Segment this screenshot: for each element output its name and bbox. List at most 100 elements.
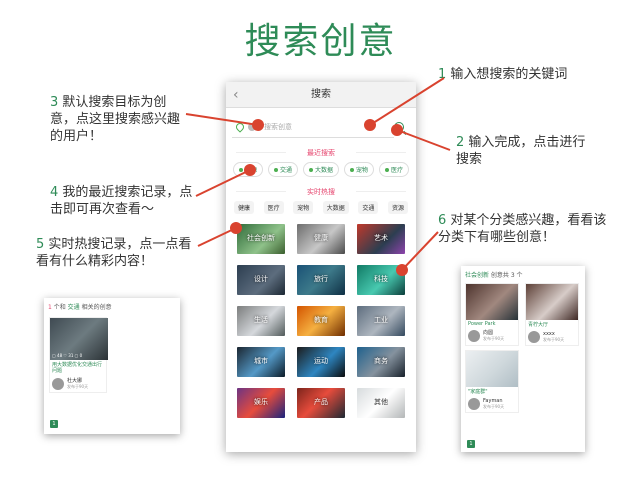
category-tile[interactable]: 社会创新 bbox=[237, 224, 285, 254]
category-tile[interactable]: 设计 bbox=[237, 265, 285, 295]
category-label: 其他 bbox=[374, 398, 388, 406]
recent-tag-label: 资源 bbox=[244, 167, 257, 174]
idea-title: "家庭群" bbox=[468, 389, 488, 395]
recent-tag-label: 医疗 bbox=[391, 167, 404, 174]
author-sub: 发布于90天 bbox=[483, 336, 505, 341]
note-text: 输入完成，点击进行搜索 bbox=[456, 135, 586, 167]
recent-title: 最近搜索 bbox=[226, 148, 416, 158]
category-tile[interactable]: 艺术 bbox=[357, 224, 405, 254]
idea-title: 青柠大厅 bbox=[528, 322, 549, 328]
idea-stats: ▢ 48 ♡ 31 ▢ 0 bbox=[52, 353, 83, 358]
search-row: 搜索创意 bbox=[232, 112, 410, 142]
category-tile[interactable]: 工业 bbox=[357, 306, 405, 336]
search-result-card: 1 个和 交通 相关的创意 ▢ 48 ♡ 31 ▢ 0 用大数据优化交通出行问题… bbox=[44, 298, 180, 434]
idea-card[interactable]: "家庭群" Fayman 发布于90天 bbox=[465, 350, 519, 413]
note-5: 5 实时热搜记录，点一点看看有什么精彩内容！ bbox=[36, 236, 196, 270]
category-tile[interactable]: 其他 bbox=[357, 388, 405, 418]
note-4: 4 我的最近搜索记录，点击即可再次查看～ bbox=[50, 184, 200, 218]
idea-title: 用大数据优化交通出行问题 bbox=[52, 362, 103, 374]
category-label: 运动 bbox=[314, 357, 328, 365]
page-button[interactable]: 1 bbox=[50, 420, 58, 428]
recent-tag[interactable]: 宠物 bbox=[344, 162, 375, 177]
recent-tag[interactable]: 大数据 bbox=[302, 162, 339, 177]
recent-tag-label: 大数据 bbox=[314, 167, 333, 174]
avatar[interactable] bbox=[528, 331, 540, 343]
user-toggle-icon[interactable] bbox=[248, 122, 256, 131]
idea-card[interactable]: Power Park 向圆 发布于90天 bbox=[465, 283, 519, 346]
category-tile[interactable]: 旅行 bbox=[297, 265, 345, 295]
note-1: 1 输入想搜索的关键词 bbox=[438, 66, 628, 83]
category-count: 创意共 3 个 bbox=[489, 272, 523, 279]
search-placeholder: 搜索创意 bbox=[264, 122, 292, 131]
search-input[interactable]: 搜索创意 bbox=[232, 116, 394, 138]
hot-tag[interactable]: 资源 bbox=[387, 201, 408, 214]
idea-image bbox=[466, 284, 518, 320]
category-tile[interactable]: 教育 bbox=[297, 306, 345, 336]
category-tile[interactable]: 健康 bbox=[297, 224, 345, 254]
hot-tags: 健康 医疗 宠物 大数据 交通 资源 bbox=[226, 201, 416, 214]
idea-image bbox=[526, 284, 578, 320]
category-tile[interactable]: 产品 bbox=[297, 388, 345, 418]
idea-card[interactable]: ▢ 48 ♡ 31 ▢ 0 用大数据优化交通出行问题 杜大娜 发布于90天 bbox=[49, 317, 108, 393]
avatar[interactable] bbox=[468, 330, 480, 342]
category-tile[interactable]: 运动 bbox=[297, 347, 345, 377]
recent-tag[interactable]: 交通 bbox=[267, 162, 298, 177]
author-sub: 发布于90天 bbox=[483, 404, 505, 409]
location-icon bbox=[234, 120, 246, 133]
note-text: 对某个分类感兴趣，看看该分类下有哪些创意！ bbox=[438, 213, 607, 245]
category-header: 社会创新 创意共 3 个 bbox=[461, 266, 585, 283]
category-label: 旅行 bbox=[314, 275, 328, 283]
category-label: 工业 bbox=[374, 316, 388, 324]
category-label: 健康 bbox=[314, 234, 328, 242]
result-label-mid: 个和 bbox=[51, 304, 68, 311]
hot-tag[interactable]: 宠物 bbox=[293, 201, 314, 214]
hot-tag[interactable]: 大数据 bbox=[322, 201, 349, 214]
category-label: 城市 bbox=[254, 357, 268, 365]
hot-tag[interactable]: 交通 bbox=[358, 201, 379, 214]
category-tile[interactable]: 生活 bbox=[237, 306, 285, 336]
category-label: 商务 bbox=[374, 357, 388, 365]
note-text: 输入想搜索的关键词 bbox=[446, 67, 568, 82]
note-6: 6 对某个分类感兴趣，看看该分类下有哪些创意！ bbox=[438, 212, 608, 246]
category-tile[interactable]: 商务 bbox=[357, 347, 405, 377]
back-icon[interactable]: ‹ bbox=[233, 82, 239, 108]
category-name: 社会创新 bbox=[465, 272, 490, 279]
search-icon[interactable] bbox=[394, 122, 404, 132]
idea-author: Fayman 发布于90天 bbox=[466, 396, 518, 412]
idea-image bbox=[466, 351, 518, 387]
category-label: 生活 bbox=[254, 316, 268, 324]
category-label: 科技 bbox=[374, 275, 388, 283]
category-result-card: 社会创新 创意共 3 个 Power Park 向圆 发布于90天 青柠大厅 xx… bbox=[461, 266, 585, 452]
recent-tag[interactable]: 医疗 bbox=[379, 162, 410, 177]
pin-icon bbox=[273, 167, 278, 172]
recent-tags: 资源 交通 大数据 宠物 医疗 bbox=[226, 162, 416, 177]
idea-title: Power Park bbox=[468, 321, 496, 327]
avatar[interactable] bbox=[468, 398, 480, 410]
author-sub: 发布于90天 bbox=[67, 384, 89, 389]
page-button[interactable]: 1 bbox=[467, 440, 475, 448]
category-label: 娱乐 bbox=[254, 398, 268, 406]
category-tile[interactable]: 科技 bbox=[357, 265, 405, 295]
page-title: 搜索创意 bbox=[244, 21, 397, 62]
category-tile[interactable]: 城市 bbox=[237, 347, 285, 377]
pin-icon bbox=[350, 167, 354, 172]
hot-tag[interactable]: 医疗 bbox=[263, 201, 284, 214]
idea-author: 向圆 发布于90天 bbox=[466, 328, 518, 344]
hot-tag[interactable]: 健康 bbox=[234, 201, 255, 214]
category-label: 社会创新 bbox=[247, 234, 275, 242]
note-2: 2 输入完成，点击进行搜索 bbox=[456, 134, 596, 168]
note-3: 3 默认搜索目标为创意，点这里搜索感兴趣的用户！ bbox=[50, 94, 190, 145]
hot-title: 实时热搜 bbox=[226, 187, 416, 197]
pin-icon bbox=[238, 167, 243, 172]
note-text: 我的最近搜索记录，点击即可再次查看～ bbox=[50, 185, 193, 217]
category-tile[interactable]: 娱乐 bbox=[237, 388, 285, 418]
avatar[interactable] bbox=[52, 378, 64, 390]
pin-icon bbox=[308, 167, 313, 172]
result-keyword: 交通 bbox=[67, 304, 80, 311]
category-label: 教育 bbox=[314, 316, 328, 324]
idea-image: ▢ 48 ♡ 31 ▢ 0 bbox=[50, 318, 108, 360]
category-label: 设计 bbox=[254, 275, 268, 283]
author-sub: 发布于90天 bbox=[543, 337, 565, 342]
idea-card[interactable]: 青柠大厅 xxxx 发布于90天 bbox=[525, 283, 579, 346]
recent-tag[interactable]: 资源 bbox=[232, 162, 263, 177]
